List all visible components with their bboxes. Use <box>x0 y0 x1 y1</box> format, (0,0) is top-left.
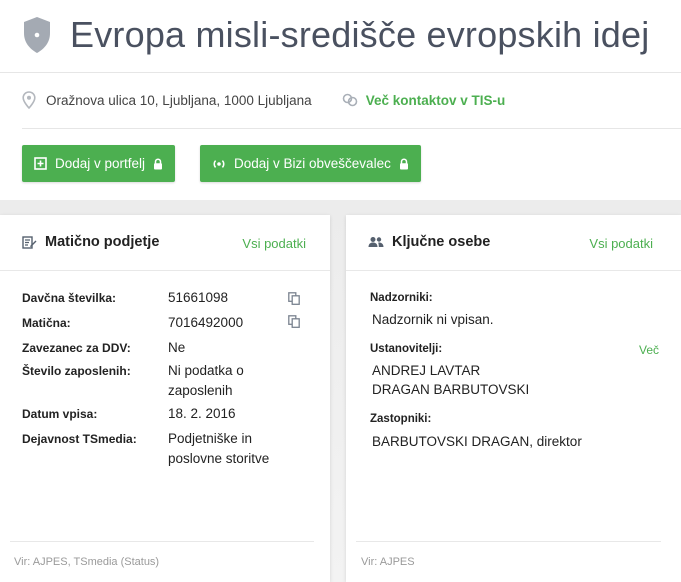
more-contacts-label: Več kontaktov v TIS-u <box>365 92 506 108</box>
title-row: Evropa misli-središče evropskih idej <box>22 10 649 60</box>
copy-icon[interactable] <box>288 315 300 328</box>
divider <box>0 72 681 73</box>
users-icon <box>368 237 384 247</box>
company-card: Matično podjetje Vsi podatki Davčna štev… <box>0 215 330 582</box>
founders-more-link[interactable]: Več <box>639 343 659 357</box>
people-all-data-link[interactable]: Vsi podatki <box>589 236 653 251</box>
company-source: Vir: AJPES, TSmedia (Status) <box>14 556 160 568</box>
people-source: Vir: AJPES <box>361 556 415 568</box>
registration-date-label: Datum vpisa: <box>22 407 98 421</box>
add-to-bizi-label: Dodaj v Bizi obveščevalec <box>234 156 391 171</box>
vat-payer-label: Zavezanec za DDV: <box>22 341 131 355</box>
card-header: Matično podjetje Vsi podatki <box>0 215 330 271</box>
founder-item: DRAGAN BARBUTOVSKI <box>372 382 530 397</box>
representative-item: BARBUTOVSKI DRAGAN, direktor <box>372 433 582 451</box>
broadcast-icon <box>213 159 225 168</box>
company-all-data-link[interactable]: Vsi podatki <box>242 236 306 251</box>
card-title: Ključne osebe <box>368 234 490 250</box>
more-contacts-link[interactable]: Več kontaktov v TIS-u <box>342 92 506 108</box>
shield-icon <box>24 17 50 53</box>
company-header: Evropa misli-središče evropskih idej Ora… <box>0 0 681 200</box>
add-to-bizi-button[interactable]: Dodaj v Bizi obveščevalec <box>200 145 421 182</box>
registration-number-value: 7016492000 <box>168 315 244 330</box>
copy-icon[interactable] <box>288 292 300 305</box>
add-to-portfolio-button[interactable]: Dodaj v portfelj <box>22 145 176 182</box>
employees-label: Število zaposlenih: <box>22 364 131 378</box>
registration-date-value: 18. 2. 2016 <box>168 406 236 421</box>
key-people-card-title: Ključne osebe <box>392 234 491 250</box>
lock-icon <box>154 157 163 169</box>
divider <box>22 128 681 129</box>
page-title: Evropa misli-središče evropskih idej <box>70 14 650 55</box>
link-icon <box>342 93 358 107</box>
card-header: Ključne osebe Vsi podatki <box>346 215 681 271</box>
key-people-card: Ključne osebe Vsi podatki Nadzorniki: Na… <box>346 215 681 582</box>
company-address: Oražnova ulica 10, Ljubljana, 1000 Ljubl… <box>46 92 312 108</box>
add-square-icon <box>34 157 47 170</box>
company-card-title: Matično podjetje <box>45 234 160 250</box>
address-row: Oražnova ulica 10, Ljubljana, 1000 Ljubl… <box>22 86 505 114</box>
representative-role: , direktor <box>529 434 582 449</box>
representative-name: BARBUTOVSKI DRAGAN <box>372 434 530 449</box>
activity-label: Dejavnost TSmedia: <box>22 432 137 446</box>
vat-payer-value: Ne <box>168 340 186 355</box>
registration-number-label: Matična: <box>22 316 71 330</box>
tax-number-value: 51661098 <box>168 290 229 305</box>
supervisors-value: Nadzornik ni vpisan. <box>372 312 494 327</box>
tax-number-label: Davčna številka: <box>22 291 117 305</box>
divider <box>356 541 661 542</box>
activity-value: Podjetniške in poslovne storitve <box>168 431 270 466</box>
edit-document-icon <box>22 236 37 249</box>
map-pin-icon <box>22 91 36 109</box>
founder-item: ANDREJ LAVTAR <box>372 363 481 378</box>
representatives-label: Zastopniki: <box>370 413 432 425</box>
add-to-portfolio-label: Dodaj v portfelj <box>55 156 146 171</box>
supervisors-label: Nadzorniki: <box>370 292 433 304</box>
card-title: Matično podjetje <box>22 234 159 250</box>
divider <box>10 541 314 542</box>
lock-icon <box>399 157 408 169</box>
founders-label: Ustanovitelji: <box>370 343 443 355</box>
employees-value: Ni podatka o zaposlenih <box>168 363 244 398</box>
